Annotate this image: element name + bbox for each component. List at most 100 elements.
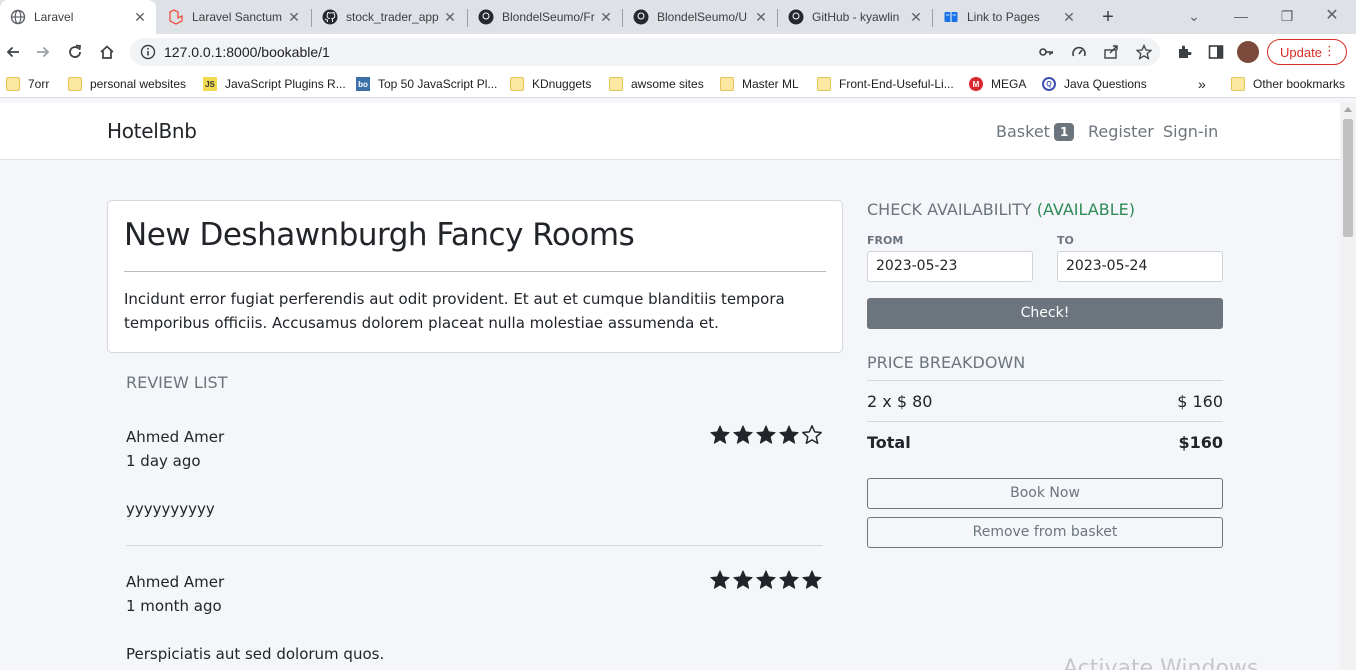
- info-icon[interactable]: [140, 44, 156, 65]
- other-bookmarks[interactable]: Other bookmarks: [1231, 75, 1345, 93]
- price-line-value: $ 160: [1177, 392, 1223, 411]
- laravel-icon: [168, 9, 184, 25]
- to-date-input[interactable]: 2023-05-24: [1057, 251, 1223, 282]
- bookmark-item[interactable]: awsome sites: [609, 75, 704, 93]
- basket-label: Basket: [996, 122, 1050, 141]
- from-date-input[interactable]: 2023-05-23: [867, 251, 1033, 282]
- globe-icon: [10, 9, 26, 25]
- address-bar[interactable]: 127.0.0.1:8000/bookable/1: [130, 38, 1160, 66]
- bookmark-label: 7orr: [28, 77, 50, 91]
- signin-link[interactable]: Sign-in: [1163, 122, 1218, 141]
- profile-avatar[interactable]: [1237, 41, 1259, 63]
- page-scrollbar[interactable]: [1340, 103, 1356, 670]
- share-icon[interactable]: [1103, 44, 1119, 60]
- basket-link[interactable]: Basket 1: [996, 122, 1075, 141]
- divider: [867, 380, 1223, 381]
- bookmarks-overflow-icon[interactable]: »: [1198, 75, 1206, 93]
- bookmark-label: KDnuggets: [532, 77, 592, 91]
- bookmark-item[interactable]: bo Top 50 JavaScript Pl...: [356, 75, 497, 93]
- book-now-button[interactable]: Book Now: [867, 478, 1223, 509]
- js-icon: JS: [203, 77, 217, 91]
- close-icon[interactable]: ✕: [753, 9, 769, 25]
- from-label: FROM: [867, 234, 904, 247]
- folder-icon: [609, 77, 623, 91]
- close-icon[interactable]: ✕: [598, 9, 614, 25]
- close-icon[interactable]: ✕: [1061, 9, 1077, 25]
- book-icon: [943, 9, 959, 25]
- tab-blondelseumo-fr[interactable]: BlondelSeumo/Fr ✕: [468, 0, 622, 34]
- menu-dots-icon: ⋮: [1323, 43, 1336, 58]
- bookmark-item[interactable]: JS JavaScript Plugins R...: [203, 75, 346, 93]
- tab-title: BlondelSeumo/U: [657, 10, 748, 24]
- tab-laravel[interactable]: Laravel ✕: [0, 0, 156, 34]
- check-button[interactable]: Check!: [867, 298, 1223, 329]
- scroll-thumb[interactable]: [1343, 119, 1353, 237]
- star-filled-icon: [733, 570, 753, 589]
- bookable-description: Incidunt error fugiat perferendis aut od…: [124, 290, 785, 332]
- url-text: 127.0.0.1:8000/bookable/1: [164, 44, 330, 60]
- availability-status: (AVAILABLE): [1036, 200, 1135, 219]
- home-icon[interactable]: [96, 41, 118, 63]
- tab-stock-trader[interactable]: stock_trader_app ✕: [312, 0, 466, 34]
- tab-title: GitHub - kyawlin: [812, 10, 900, 24]
- tab-search-icon[interactable]: ⌄: [1184, 6, 1204, 26]
- update-label: Update: [1280, 44, 1322, 60]
- close-icon[interactable]: ✕: [132, 9, 148, 25]
- bookmark-item[interactable]: Q Java Questions: [1042, 75, 1147, 93]
- star-filled-icon: [779, 425, 799, 444]
- extensions-icon[interactable]: [1173, 41, 1195, 63]
- performance-icon[interactable]: [1071, 44, 1087, 60]
- review-content: yyyyyyyyyy: [126, 500, 215, 518]
- star-filled-icon: [710, 425, 730, 444]
- tab-blondelseumo-u[interactable]: BlondelSeumo/U ✕: [623, 0, 777, 34]
- bookmark-item[interactable]: personal websites: [68, 75, 186, 93]
- remove-from-basket-button[interactable]: Remove from basket: [867, 517, 1223, 548]
- scroll-up-icon[interactable]: [1344, 107, 1352, 112]
- bookmark-label: Front-End-Useful-Li...: [839, 77, 954, 91]
- star-filled-icon: [733, 425, 753, 444]
- bookmark-item[interactable]: Master ML: [720, 75, 799, 93]
- brand-logo[interactable]: HotelBnb: [107, 119, 197, 143]
- divider: [126, 545, 823, 546]
- review-content: Perspiciatis aut sed dolorum quos.: [126, 645, 385, 663]
- tab-title: Laravel Sanctum: [192, 10, 283, 24]
- update-button[interactable]: Update ⋮: [1267, 39, 1347, 65]
- page-viewport: HotelBnb Basket 1 Register Sign-in New De…: [0, 103, 1340, 670]
- bookmark-star-icon[interactable]: [1136, 44, 1152, 60]
- close-window-icon[interactable]: ✕: [1322, 6, 1342, 26]
- to-label: TO: [1057, 234, 1074, 247]
- price-line-label: 2 x $ 80: [867, 392, 933, 411]
- close-icon[interactable]: ✕: [442, 9, 458, 25]
- github-icon: [478, 9, 494, 25]
- forward-icon[interactable]: [32, 41, 54, 63]
- star-filled-icon: [756, 425, 776, 444]
- minimize-icon[interactable]: —: [1231, 6, 1251, 26]
- reload-icon[interactable]: [64, 41, 86, 63]
- review-time: 1 day ago: [126, 452, 201, 470]
- review-author: Ahmed Amer: [126, 573, 225, 591]
- folder-icon: [68, 77, 82, 91]
- new-tab-button[interactable]: +: [1098, 7, 1118, 27]
- star-rating: [708, 569, 823, 591]
- key-icon[interactable]: [1038, 44, 1054, 60]
- tab-github-kyawlin[interactable]: GitHub - kyawlin ✕: [778, 0, 932, 34]
- tab-link-to-pages[interactable]: Link to Pages ✕: [933, 0, 1085, 34]
- register-link[interactable]: Register: [1088, 122, 1154, 141]
- bookmark-item[interactable]: M MEGA: [969, 75, 1026, 93]
- browser-tab-strip: Laravel ✕ Laravel Sanctum ✕ stock_trader…: [0, 0, 1356, 34]
- bookmark-item[interactable]: KDnuggets: [510, 75, 591, 93]
- bookmark-item[interactable]: 7orr: [6, 75, 49, 93]
- bookmark-item[interactable]: Front-End-Useful-Li...: [817, 75, 954, 93]
- restore-icon[interactable]: ❐: [1277, 6, 1297, 26]
- close-icon[interactable]: ✕: [908, 9, 924, 25]
- close-icon[interactable]: ✕: [286, 9, 302, 25]
- back-icon[interactable]: [2, 41, 24, 63]
- tab-laravel-sanctum[interactable]: Laravel Sanctum ✕: [158, 0, 310, 34]
- bookmark-label: JavaScript Plugins R...: [225, 77, 346, 91]
- folder-icon: [6, 77, 20, 91]
- browser-toolbar: 127.0.0.1:8000/bookable/1 Update ⋮: [0, 34, 1356, 70]
- divider: [867, 421, 1223, 422]
- side-panel-icon[interactable]: [1205, 41, 1227, 63]
- bookmark-label: Other bookmarks: [1253, 77, 1346, 91]
- check-availability-heading: CHECK AVAILABILITY (AVAILABLE): [867, 200, 1135, 219]
